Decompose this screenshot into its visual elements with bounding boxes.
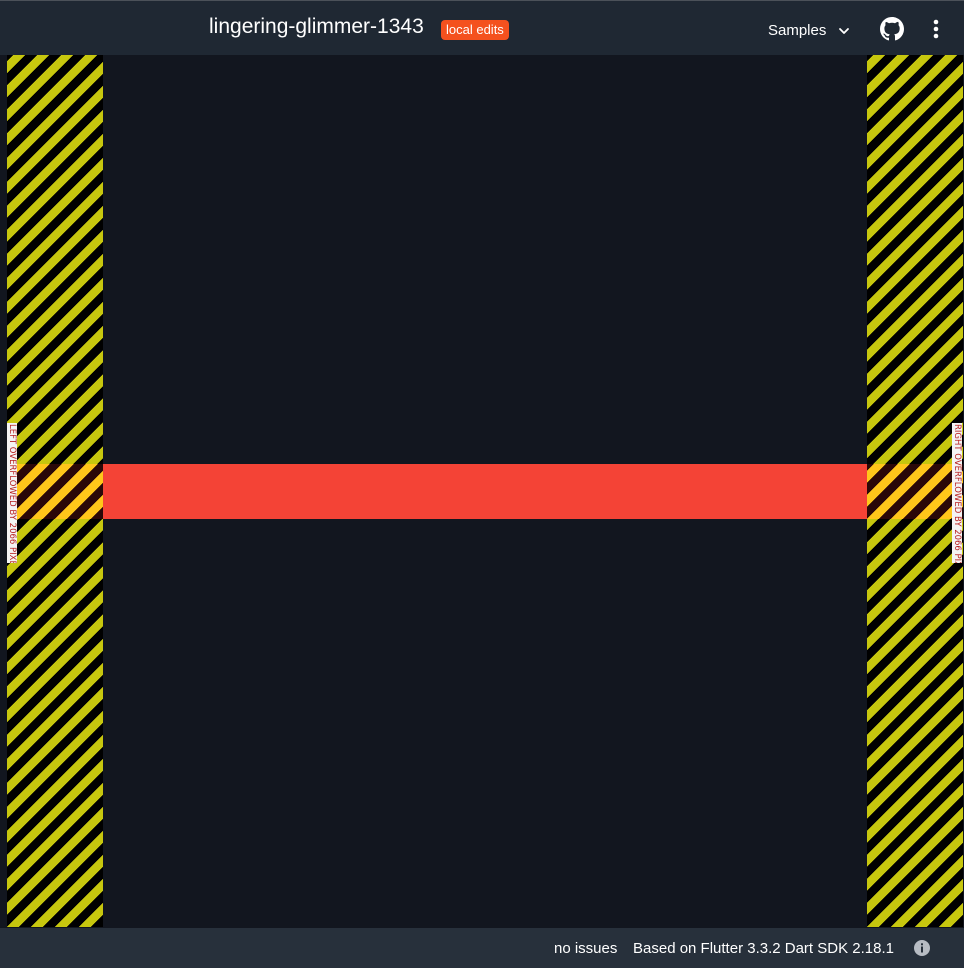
- info-icon[interactable]: [913, 939, 931, 957]
- right-overflow-label: RIGHT OVERFLOWED BY 2066 PIXELS: [952, 423, 964, 563]
- app-preview: LEFT OVERFLOWED BY 2066 PIXELS RIGHT OVE…: [0, 55, 964, 928]
- sdk-version: Based on Flutter 3.3.2 Dart SDK 2.18.1: [633, 940, 894, 957]
- samples-dropdown[interactable]: Samples: [768, 19, 850, 41]
- right-overflow-highlight: [867, 464, 963, 519]
- left-overflow-highlight: [7, 464, 103, 519]
- right-overflow-indicator: [867, 55, 963, 927]
- app-window: lingering-glimmer-1343 local edits Sampl…: [0, 0, 964, 968]
- samples-label: Samples: [768, 21, 827, 39]
- github-icon[interactable]: [880, 17, 904, 41]
- left-overflow-label: LEFT OVERFLOWED BY 2066 PIXELS: [7, 423, 19, 563]
- project-title: lingering-glimmer-1343: [209, 15, 424, 38]
- left-overflow-indicator: [7, 55, 103, 927]
- right-overflow-text: RIGHT OVERFLOWED BY 2066 PIXELS: [952, 423, 962, 563]
- overflowing-row: [103, 464, 867, 519]
- status-bar: no issues Based on Flutter 3.3.2 Dart SD…: [0, 928, 964, 968]
- more-vert-icon[interactable]: [926, 17, 946, 41]
- chevron-down-icon: [838, 24, 850, 36]
- header-bar: lingering-glimmer-1343 local edits Sampl…: [0, 0, 964, 55]
- local-edits-badge: local edits: [441, 20, 509, 40]
- issues-status[interactable]: no issues: [554, 940, 617, 957]
- left-overflow-text: LEFT OVERFLOWED BY 2066 PIXELS: [7, 423, 17, 563]
